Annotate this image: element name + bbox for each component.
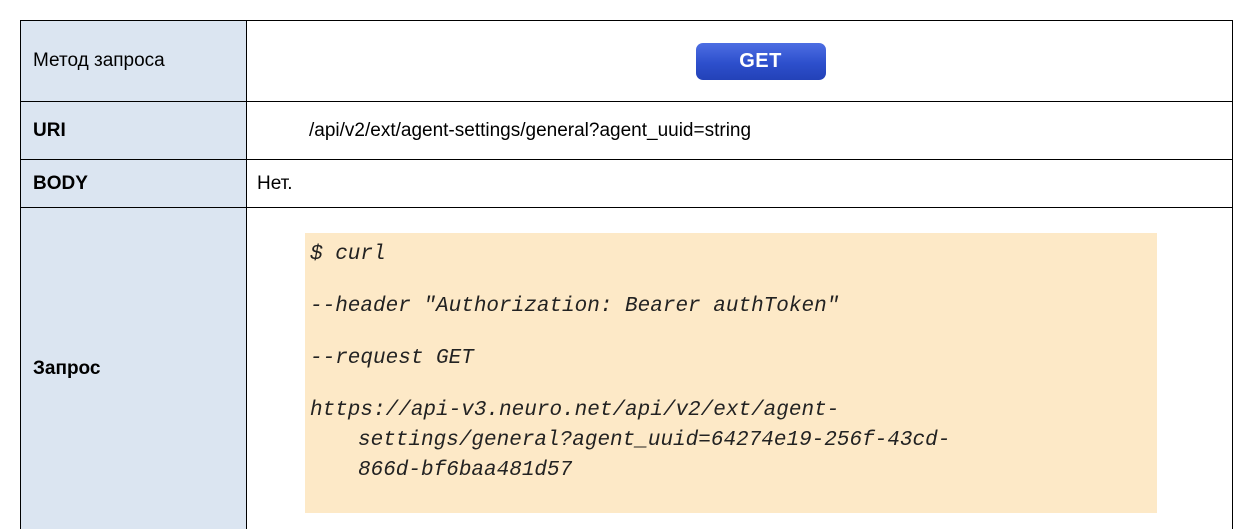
request-label: Запрос [20,207,247,529]
code-url-line: 866d-bf6baa481d57 [358,459,573,482]
uri-value: /api/v2/ext/agent-settings/general?agent… [246,101,1233,160]
uri-row: URI /api/v2/ext/agent-settings/general?a… [20,101,1233,160]
code-url: https://api-v3.neuro.net/api/v2/ext/agen… [310,396,1157,486]
api-method-table: Метод запроса GET URI /api/v2/ext/agent-… [20,20,1233,529]
body-row: BODY Нет. [20,159,1233,208]
method-value-cell: GET [246,20,1233,102]
method-row: Метод запроса GET [20,20,1233,102]
get-method-badge: GET [695,42,826,80]
method-label: Метод запроса [20,20,247,102]
uri-label: URI [20,101,247,160]
code-block: $ curl --header "Authorization: Bearer a… [305,233,1157,513]
body-label: BODY [20,159,247,208]
code-url-line: settings/general?agent_uuid=64274e19-256… [358,429,951,452]
code-line: --request GET [310,347,474,370]
code-line: $ curl [310,243,386,266]
request-code-cell: $ curl --header "Authorization: Bearer a… [246,207,1233,529]
code-url-line: https://api-v3.neuro.net/api/v2/ext/agen… [310,399,840,422]
body-value: Нет. [246,159,1233,208]
code-line: --header "Authorization: Bearer authToke… [310,295,840,318]
request-row: Запрос $ curl --header "Authorization: B… [20,207,1233,529]
